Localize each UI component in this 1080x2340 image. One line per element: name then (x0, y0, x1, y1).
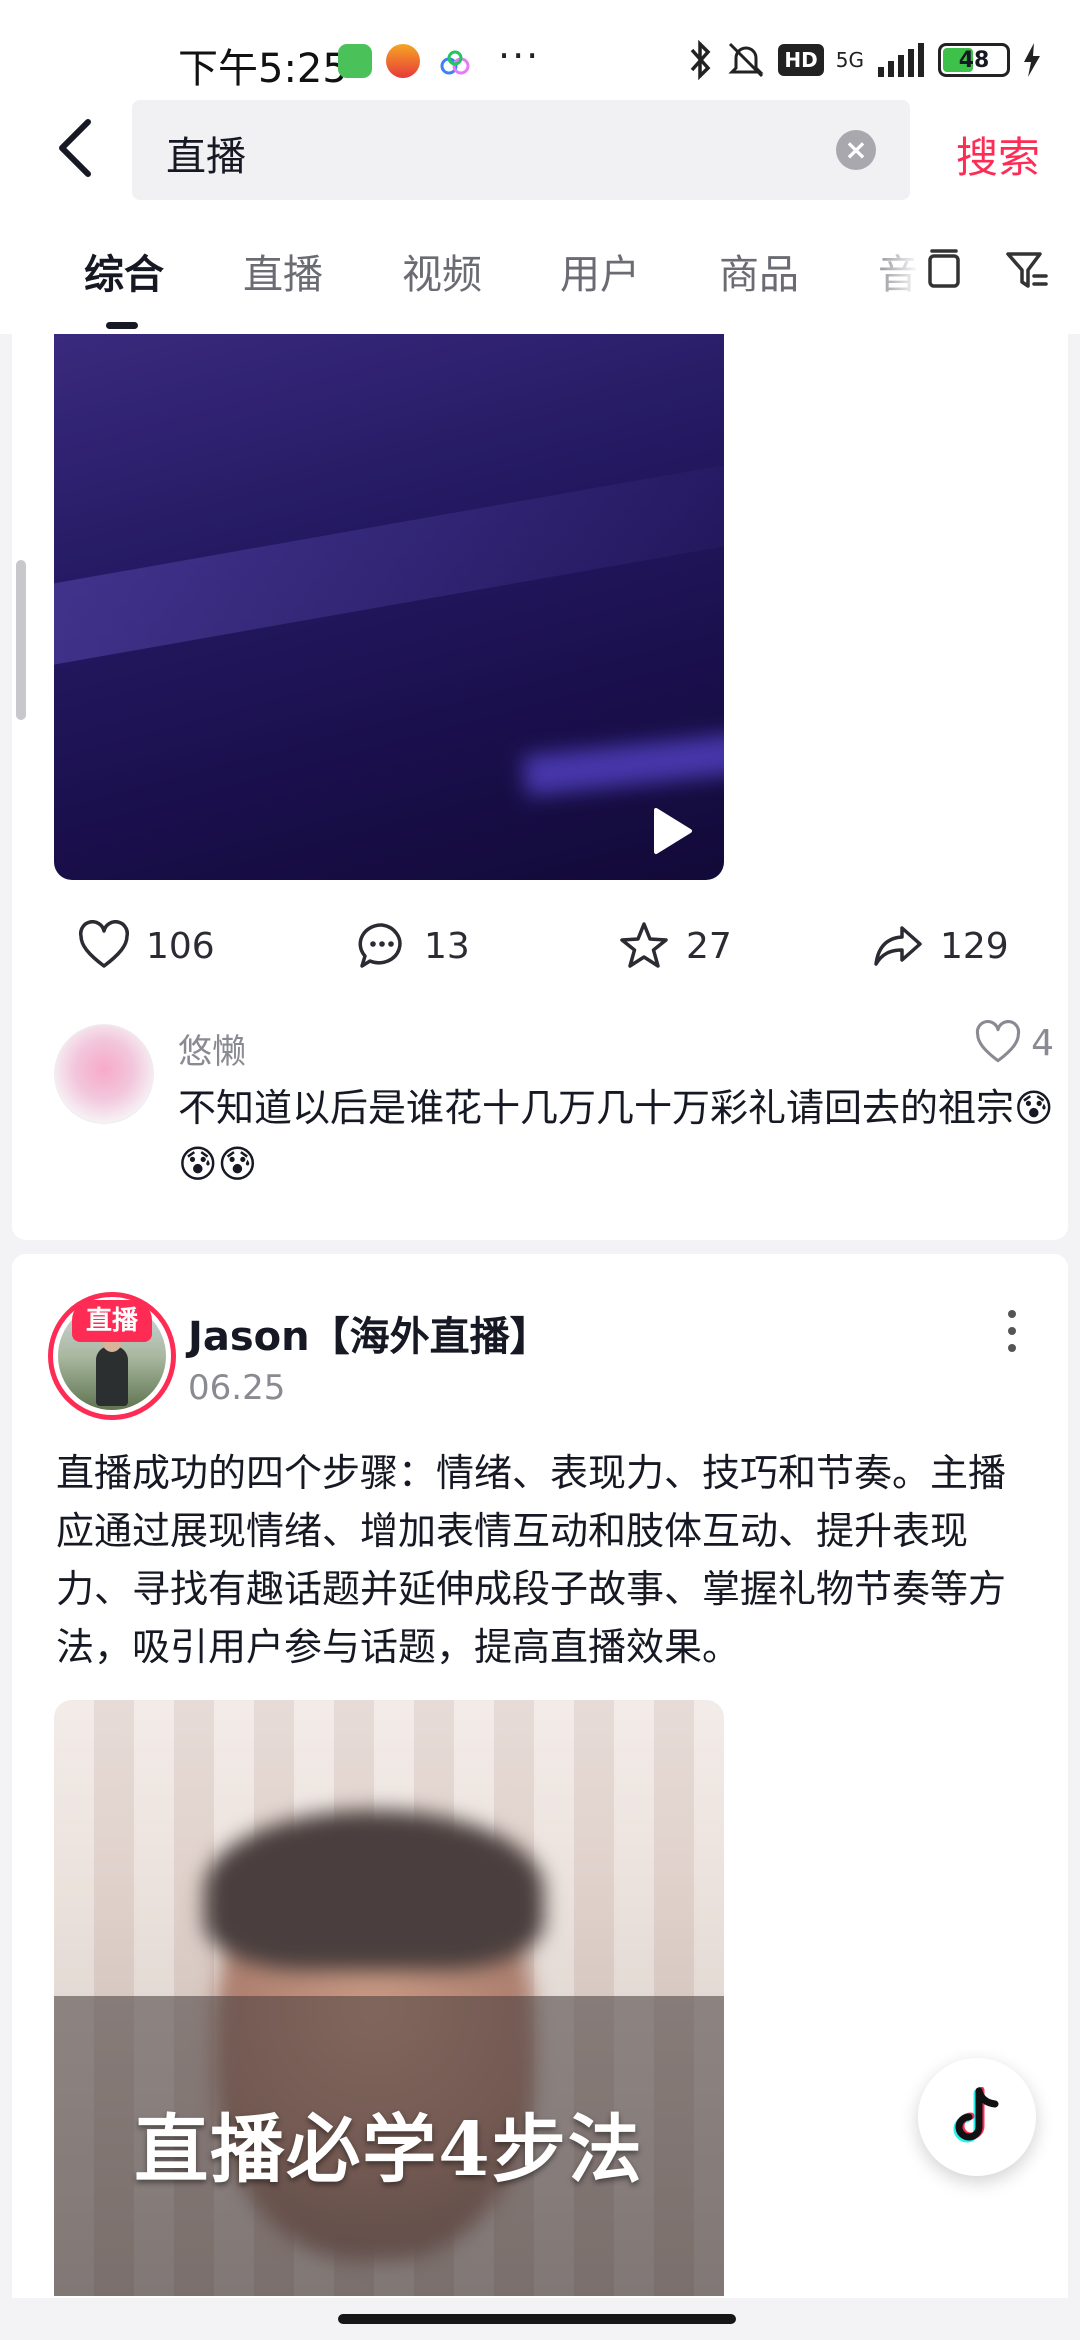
search-button[interactable]: 搜索 (956, 124, 1040, 185)
comment-button[interactable]: 13 (356, 920, 470, 972)
comment-like-count: 4 (1031, 1022, 1054, 1064)
commenter-avatar[interactable] (54, 1024, 154, 1124)
filter-icon[interactable] (1002, 246, 1050, 294)
search-query[interactable]: 直播 (166, 124, 246, 182)
video-caption: 直播必学4步法 (134, 2107, 644, 2193)
hd-voice-icon: HD (778, 44, 824, 76)
tab-products[interactable]: 商品 (719, 242, 799, 300)
cloud-app-notification-icon (440, 50, 470, 75)
like-button[interactable]: 106 (78, 920, 215, 972)
stage-glow (522, 732, 724, 796)
star-icon (620, 922, 668, 968)
comment-like-button[interactable]: 4 (975, 1020, 1054, 1066)
status-time: 下午5:25 (178, 46, 348, 92)
battery-icon: 48 (938, 43, 1010, 77)
clear-search-icon[interactable]: × (836, 130, 876, 170)
favorite-button[interactable]: 27 (618, 920, 732, 972)
video-thumbnail[interactable]: 直播必学4步法 (54, 1700, 724, 2296)
tab-live[interactable]: 直播 (243, 242, 323, 300)
back-arrow-icon[interactable] (52, 116, 100, 180)
search-input[interactable]: 直播 × (132, 100, 910, 200)
heart-icon (78, 920, 130, 968)
douyin-search-results-page: 下午5:25 ··· HD 5G 48 直播 × 搜索 综合 直播 视频 用户 … (0, 0, 1080, 2340)
tab-users[interactable]: 用户 (560, 242, 640, 300)
stage-light (54, 458, 724, 670)
scrollbar[interactable] (16, 560, 26, 720)
tab-videos[interactable]: 视频 (402, 242, 482, 300)
video-thumbnail[interactable] (54, 334, 724, 880)
charging-icon (1024, 43, 1040, 77)
share-button[interactable]: 129 (872, 920, 1009, 972)
douyin-home-button[interactable] (918, 2058, 1036, 2176)
blurred-hair (204, 1810, 544, 1970)
comment-heart-icon (975, 1020, 1021, 1063)
share-arrow-icon (874, 926, 922, 966)
status-icons: HD 5G 48 (688, 40, 1042, 80)
tab-fade (860, 228, 920, 328)
result-tabs: 综合 直播 视频 用户 商品 音 (0, 228, 1080, 334)
network-type: 5G (835, 48, 864, 72)
comment-text: 不知道以后是谁花十几万几十万彩礼请回去的祖宗😰😰😰 (178, 1086, 1054, 1186)
bluetooth-icon (691, 40, 711, 80)
share-count: 129 (940, 925, 1009, 967)
live-badge: 直播 (72, 1300, 152, 1342)
top-comment: 悠懒 4 不知道以后是谁花十几万几十万彩礼请回去的祖宗😰😰😰 (54, 1020, 1054, 1204)
battery-level: 48 (958, 47, 990, 73)
wechat-notification-icon (338, 44, 372, 78)
signal-strength-icon (878, 43, 924, 77)
layout-toggle-icon[interactable] (920, 246, 968, 294)
mute-bell-icon (728, 42, 765, 78)
commenter-name[interactable]: 悠懒 (178, 1024, 246, 1073)
play-icon[interactable] (650, 806, 694, 856)
avatar-figure (96, 1346, 128, 1406)
tab-comprehensive[interactable]: 综合 (84, 242, 164, 300)
comment-icon (358, 923, 402, 968)
more-options-icon[interactable] (1000, 1306, 1024, 1356)
more-notifications-icon: ··· (498, 34, 541, 78)
post-actions: 106 13 27 129 (0, 920, 1080, 980)
douyin-logo-icon (953, 2087, 999, 2143)
author-name[interactable]: Jason【海外直播】 (188, 1304, 550, 1362)
like-count: 106 (146, 925, 215, 967)
active-tab-indicator (106, 322, 138, 329)
post-date: 06.25 (188, 1368, 286, 1408)
comment-count: 13 (424, 925, 470, 967)
favorite-count: 27 (686, 925, 732, 967)
post-description: 直播成功的四个步骤：情绪、表现力、技巧和节奏。主播应通过展现情绪、增加表情互动和… (56, 1451, 1007, 1669)
app-58-notification-icon (386, 44, 420, 78)
home-indicator[interactable] (338, 2314, 736, 2324)
